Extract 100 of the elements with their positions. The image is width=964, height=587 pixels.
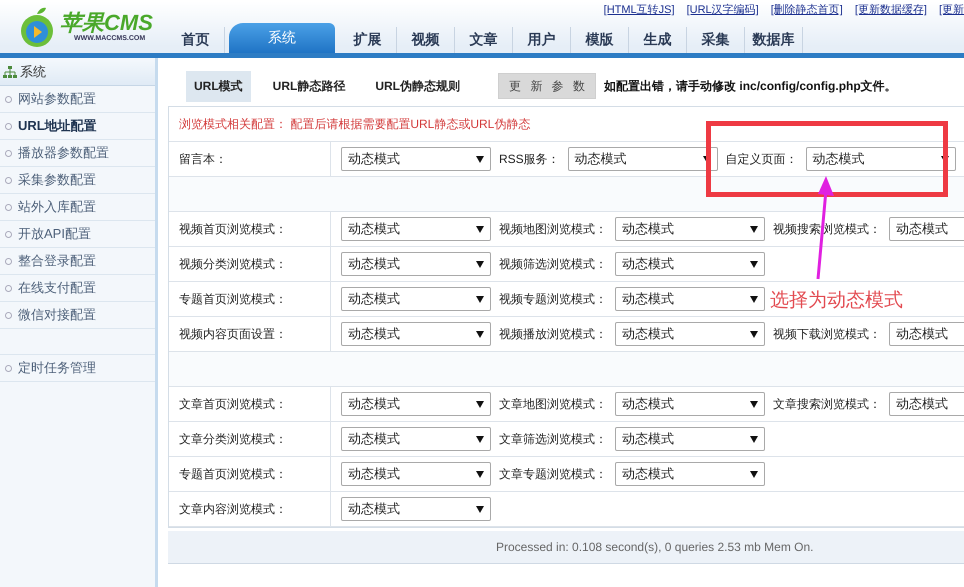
field-label: 视频地图浏览模式： xyxy=(499,220,607,238)
sub-tab[interactable]: URL伪静态规则 xyxy=(367,70,468,102)
nav-tab[interactable]: 首页 xyxy=(167,27,225,53)
dropdown[interactable]: 动态模式 xyxy=(341,497,491,521)
caret-icon xyxy=(750,296,758,302)
field-label: 文章内容浏览模式： xyxy=(179,500,287,518)
bullet-icon xyxy=(5,204,12,210)
sidebar-item[interactable]: 播放器参数配置 xyxy=(0,140,155,167)
logo-name: 苹果CMS xyxy=(60,11,153,35)
sidebar-item[interactable]: URL地址配置 xyxy=(0,113,155,140)
dropdown[interactable]: 动态模式 xyxy=(615,217,765,241)
nav-tab[interactable]: 扩展 xyxy=(339,27,397,53)
caret-icon xyxy=(476,400,484,408)
dropdown[interactable]: 动态模式 xyxy=(341,252,491,276)
dropdown[interactable]: 动态模式 xyxy=(615,392,765,416)
top-link[interactable]: [更新数据缓存] xyxy=(854,2,927,23)
top-link[interactable]: [更新 xyxy=(938,2,964,23)
dropdown[interactable]: 动态模式 xyxy=(341,217,491,241)
dropdown[interactable]: 动态模式 xyxy=(341,462,491,486)
caret-icon xyxy=(476,506,484,512)
bullet-icon xyxy=(5,96,12,102)
sidebar-title-text: 系统 xyxy=(20,62,46,80)
tree-icon xyxy=(3,66,17,78)
field-label: 专题首页浏览模式： xyxy=(179,466,287,482)
field-label: 文章筛选浏览模式： xyxy=(499,430,607,448)
dropdown[interactable]: 动态模式 xyxy=(341,287,491,311)
caret-icon xyxy=(750,260,758,268)
caret-icon xyxy=(750,400,758,408)
sidebar-item[interactable]: 站外入库配置 xyxy=(0,194,155,221)
dropdown[interactable]: 动态模式 xyxy=(889,217,964,241)
field-label: 视频筛选浏览模式： xyxy=(499,256,607,272)
top-link[interactable]: [URL汉字编码] xyxy=(686,2,759,23)
dropdown[interactable]: 动态模式 xyxy=(341,147,491,171)
caret-icon xyxy=(750,470,758,478)
field-label: 视频专题浏览模式： xyxy=(499,290,607,308)
sidebar-item[interactable]: 采集参数配置 xyxy=(0,167,155,194)
sidebar-item[interactable]: 网站参数配置 xyxy=(0,86,155,113)
nav-tab[interactable]: 视频 xyxy=(397,27,455,53)
caret-icon xyxy=(476,470,484,478)
bullet-icon xyxy=(5,312,12,318)
top-link[interactable]: [删除静态首页] xyxy=(770,2,843,23)
bullet-icon xyxy=(5,122,12,130)
sidebar-item[interactable]: 开放API配置 xyxy=(0,221,155,248)
notice-text: 如配置出错，请手动修改 inc/config/config.php文件。 xyxy=(604,78,897,94)
nav-tab[interactable]: 模版 xyxy=(571,27,629,53)
sidebar-item[interactable]: 微信对接配置 xyxy=(0,302,155,329)
bullet-icon xyxy=(5,150,12,156)
field-label: 留言本： xyxy=(179,150,227,168)
dropdown[interactable]: 动态模式 xyxy=(341,392,491,416)
bullet-icon xyxy=(5,176,12,184)
field-label: 文章专题浏览模式： xyxy=(499,466,607,482)
dropdown[interactable]: 动态模式 xyxy=(889,322,964,346)
nav-tab[interactable]: 文章 xyxy=(455,27,513,53)
caret-icon xyxy=(476,436,484,442)
dropdown[interactable]: 动态模式 xyxy=(615,322,765,346)
dropdown[interactable]: 动态模式 xyxy=(615,462,765,486)
dropdown[interactable]: 动态模式 xyxy=(889,392,964,416)
caret-icon xyxy=(750,226,758,232)
dropdown[interactable]: 动态模式 xyxy=(341,322,491,346)
field-label: 视频下载浏览模式： xyxy=(773,326,881,342)
bullet-icon xyxy=(5,258,12,264)
bullet-icon xyxy=(5,284,12,292)
caret-icon xyxy=(476,226,484,232)
caret-icon xyxy=(476,296,484,302)
nav-tab[interactable]: 系统 xyxy=(229,23,335,53)
caret-icon xyxy=(476,156,484,162)
field-label: 视频播放浏览模式： xyxy=(499,326,607,342)
bullet-icon xyxy=(5,230,12,238)
bullet-icon xyxy=(5,364,12,372)
sidebar-item[interactable]: 在线支付配置 xyxy=(0,275,155,302)
footer-text: Processed in: 0.108 second(s), 0 queries 2.53 mb Mem On. xyxy=(496,540,814,554)
field-label: 视频内容页面设置： xyxy=(179,326,287,342)
top-link[interactable]: [HTML互转JS] xyxy=(604,2,675,23)
nav-tab[interactable]: 采集 xyxy=(687,27,745,53)
nav-tab[interactable]: 生成 xyxy=(629,27,687,53)
nav-tab[interactable]: 用户 xyxy=(513,27,571,53)
dropdown[interactable]: 动态模式 xyxy=(341,427,491,451)
update-button[interactable]: 更 新 参 数 xyxy=(498,73,596,99)
dropdown[interactable]: 动态模式 xyxy=(615,287,765,311)
field-label: 自定义页面： xyxy=(726,150,798,168)
field-label: 文章首页浏览模式： xyxy=(179,396,287,412)
field-label: 视频分类浏览模式： xyxy=(179,256,287,272)
annotation-text: 选择为动态模式 xyxy=(770,289,903,313)
field-label: 专题首页浏览模式： xyxy=(179,290,287,308)
caret-icon xyxy=(476,330,484,338)
sidebar-item[interactable]: 整合登录配置 xyxy=(0,248,155,275)
field-label: 文章分类浏览模式： xyxy=(179,430,287,448)
caret-icon xyxy=(750,330,758,338)
caret-icon xyxy=(750,436,758,442)
sub-tab[interactable]: URL模式 xyxy=(186,70,251,102)
field-label: 文章地图浏览模式： xyxy=(499,396,607,412)
dropdown[interactable]: 动态模式 xyxy=(615,427,765,451)
hint-text: 浏览模式相关配置： 配置后请根据需要配置URL静态或URL伪静态 xyxy=(169,107,964,142)
sidebar-item[interactable]: 定时任务管理 xyxy=(0,355,155,382)
field-label: RSS服务： xyxy=(499,150,560,168)
dropdown[interactable]: 动态模式 xyxy=(615,252,765,276)
caret-icon xyxy=(476,260,484,268)
nav-tab[interactable]: 数据库 xyxy=(745,27,803,53)
apple-logo-icon xyxy=(18,6,56,48)
sub-tab[interactable]: URL静态路径 xyxy=(264,70,354,102)
